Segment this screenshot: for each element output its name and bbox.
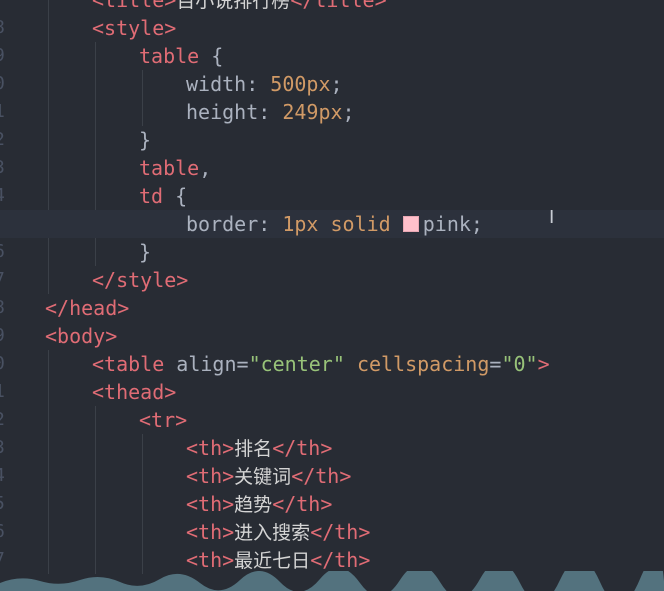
code-line[interactable]: <title>百小说排行榜</title>	[45, 0, 387, 14]
code-token: <th>	[186, 464, 235, 488]
code-token: <style>	[92, 16, 177, 40]
code-token: <table	[92, 352, 177, 376]
line-number: 8	[0, 294, 14, 322]
code-line[interactable]: </style>	[45, 266, 188, 294]
code-token: >	[537, 352, 550, 376]
color-swatch	[402, 216, 419, 232]
code-token: align	[176, 352, 237, 376]
code-line[interactable]: <th>关键词</th>	[45, 462, 351, 490]
code-token: 249px	[282, 100, 343, 124]
code-line[interactable]: <th>排名</th>	[45, 434, 332, 462]
line-number: 2	[0, 406, 14, 434]
code-token: table	[139, 156, 200, 180]
code-token: <th>	[186, 520, 235, 544]
code-token: td	[139, 184, 164, 208]
code-token: </th>	[272, 436, 333, 460]
line-number: 2	[0, 126, 14, 154]
line-number: 9	[0, 42, 14, 70]
code-line[interactable]: height: 249px;	[45, 98, 355, 126]
text-cursor-icon: I	[549, 207, 555, 228]
line-number: 4	[0, 462, 14, 490]
code-line[interactable]: <th>最近七日</th>	[45, 546, 370, 574]
code-token: border:	[186, 212, 283, 236]
code-token: 500px	[270, 72, 331, 96]
code-token: <th>	[186, 492, 235, 516]
code-token: ;	[342, 100, 355, 124]
line-number: 6	[0, 518, 14, 546]
code-line[interactable]: table,	[45, 154, 211, 182]
line-number: 1	[0, 378, 14, 406]
line-number: 0	[0, 350, 14, 378]
code-token: }	[139, 240, 152, 264]
code-token: </th>	[291, 464, 352, 488]
code-line[interactable]: <tr>	[45, 406, 187, 434]
code-line[interactable]: <table align="center" cellspacing="0">	[45, 350, 550, 378]
line-number: 7	[0, 546, 14, 574]
code-editor[interactable]: 89012345678901234567 <title>百小说排行榜</titl…	[0, 0, 664, 591]
code-token: </th>	[310, 548, 371, 572]
code-token: <tr>	[139, 408, 188, 432]
code-token: 百小说排行榜	[176, 0, 291, 12]
code-line[interactable]: border: 1px solid pink;	[0, 210, 664, 238]
code-token: width:	[186, 72, 271, 96]
code-token: "center"	[248, 352, 345, 376]
code-token: 排名	[234, 438, 273, 460]
line-number-gutter: 89012345678901234567	[0, 0, 14, 591]
code-token: 趋势	[234, 494, 273, 516]
line-number: 3	[0, 154, 14, 182]
code-token: </style>	[92, 268, 189, 292]
code-token: <body>	[45, 324, 118, 348]
code-token: }	[139, 128, 152, 152]
line-number: 3	[0, 434, 14, 462]
code-token: cellspacing	[356, 352, 490, 376]
line-number: 1	[0, 98, 14, 126]
code-line[interactable]: <thead>	[45, 378, 176, 406]
line-number: 7	[0, 266, 14, 294]
code-token: </title>	[290, 0, 387, 12]
code-token: <thead>	[92, 380, 177, 404]
code-token: {	[199, 44, 224, 68]
code-token: 1px solid	[282, 212, 403, 236]
code-token: =	[489, 352, 502, 376]
line-number	[0, 0, 14, 14]
line-number: 0	[0, 70, 14, 98]
code-token: </th>	[310, 520, 371, 544]
code-token: 进入搜索	[234, 522, 311, 544]
code-token: <title>	[92, 0, 177, 12]
code-token: "0"	[501, 352, 538, 376]
line-number: 8	[0, 14, 14, 42]
code-token: ,	[199, 156, 212, 180]
code-token: height:	[186, 100, 283, 124]
code-line[interactable]: td {	[45, 182, 187, 210]
code-token: </head>	[45, 296, 130, 320]
code-token: =	[236, 352, 249, 376]
code-token: {	[163, 184, 188, 208]
code-token: <th>	[186, 548, 235, 572]
line-number: 4	[0, 182, 14, 210]
code-line[interactable]: <th>趋势</th>	[45, 490, 332, 518]
code-token: </th>	[272, 492, 333, 516]
code-line[interactable]: }	[45, 238, 151, 266]
code-token: ;	[330, 72, 343, 96]
line-number: 5	[0, 490, 14, 518]
code-line[interactable]: <body>	[45, 322, 117, 350]
code-line[interactable]: <style>	[45, 14, 176, 42]
code-token: 最近七日	[234, 550, 311, 572]
code-token: pink;	[422, 212, 483, 236]
code-token: table	[139, 44, 200, 68]
line-number: 6	[0, 238, 14, 266]
code-line[interactable]: </head>	[45, 294, 129, 322]
code-line[interactable]: <th>进入搜索</th>	[45, 518, 370, 546]
code-line[interactable]: table {	[45, 42, 223, 70]
code-line[interactable]: }	[45, 126, 151, 154]
code-line[interactable]: width: 500px;	[45, 70, 343, 98]
line-number: 9	[0, 322, 14, 350]
code-token: 关键词	[234, 466, 292, 488]
bottom-edge-decoration	[0, 571, 664, 591]
code-token: <th>	[186, 436, 235, 460]
